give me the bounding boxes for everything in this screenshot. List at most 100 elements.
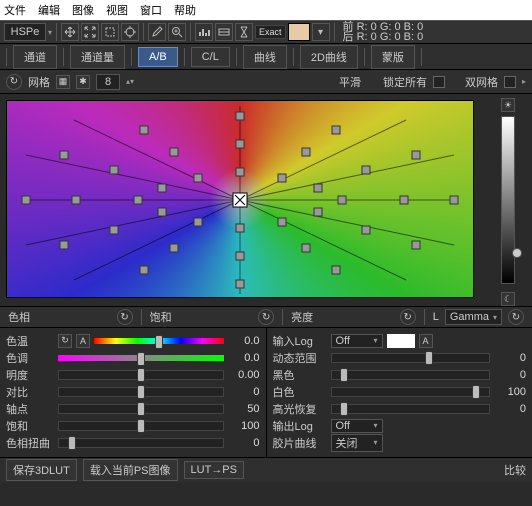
tab-channel-amt[interactable]: 通道量	[70, 45, 125, 69]
slider-thumb[interactable]	[137, 368, 145, 382]
slider-value[interactable]: 0.0	[228, 335, 260, 347]
slider-value[interactable]: 100	[494, 386, 526, 398]
slider-thumb[interactable]	[137, 402, 145, 416]
luminance-knob[interactable]	[512, 248, 522, 258]
luminance-gradient[interactable]	[501, 116, 515, 284]
grid-label: 网格	[28, 74, 50, 90]
scope-tool[interactable]	[215, 23, 233, 41]
slider-value[interactable]: 100	[228, 420, 260, 432]
save-3dlut-button[interactable]: 保存3DLUT	[6, 459, 77, 481]
ring-count-stepper[interactable]: ▴▾	[126, 77, 134, 86]
menu-image[interactable]: 图像	[72, 2, 94, 18]
color-mode-label[interactable]: HSPe	[4, 23, 46, 41]
target-tool[interactable]	[121, 23, 139, 41]
menu-window[interactable]: 窗口	[140, 2, 162, 18]
slider-thumb[interactable]	[472, 385, 480, 399]
slider-track[interactable]	[94, 338, 224, 344]
toolbar: HSPe ▾ Exact ▾ 前 R: 0 G: 0 B: 0 后 R: 0 G…	[0, 20, 532, 44]
smooth-label[interactable]: 平滑	[339, 74, 361, 90]
mode-dropdown-icon[interactable]: ▾	[48, 28, 52, 37]
ring-count-field[interactable]: 8	[96, 74, 120, 90]
slider-thumb[interactable]	[155, 335, 163, 349]
grid-style-radial[interactable]: ✱	[76, 75, 90, 89]
slider-thumb[interactable]	[68, 436, 76, 450]
load-ps-button[interactable]: 载入当前PS图像	[83, 459, 178, 481]
dropdown[interactable]: 关闭▾	[331, 434, 383, 452]
marquee-tool[interactable]	[101, 23, 119, 41]
slider-thumb[interactable]	[340, 402, 348, 416]
right-panel: 输入LogOff▾A动态范围0黑色0白色100高光恢复0输出LogOff▾胶片曲…	[267, 328, 532, 457]
dual-grid-checkbox[interactable]	[504, 76, 516, 88]
slider-value[interactable]: 0.00	[228, 369, 260, 381]
slider-value[interactable]: 0	[494, 352, 526, 364]
slider-thumb[interactable]	[425, 351, 433, 365]
slider-value[interactable]: 0.0	[228, 352, 260, 364]
compare-label[interactable]: 比较	[504, 462, 526, 478]
auto-button[interactable]: A	[76, 334, 90, 348]
slider-label: 动态范围	[273, 350, 327, 366]
color-swatch[interactable]	[288, 23, 310, 41]
move-tool[interactable]	[61, 23, 79, 41]
menu-edit[interactable]: 编辑	[38, 2, 60, 18]
moon-icon[interactable]: ☾	[501, 292, 515, 306]
slider-track[interactable]	[58, 421, 224, 431]
menu-file[interactable]: 文件	[4, 2, 26, 18]
auto-button[interactable]: A	[419, 334, 433, 348]
reset-lum[interactable]: ↻	[400, 309, 416, 325]
slider-value[interactable]: 0	[494, 369, 526, 381]
slider-track[interactable]	[331, 353, 491, 363]
reset-sat[interactable]: ↻	[258, 309, 274, 325]
slider-value[interactable]: 0	[494, 403, 526, 415]
slider-thumb[interactable]	[137, 352, 145, 366]
tab-channel[interactable]: 通道	[13, 45, 57, 69]
eyedropper-tool[interactable]	[148, 23, 166, 41]
tab-ab[interactable]: A/B	[138, 47, 178, 67]
swatch-dropdown[interactable]: ▾	[312, 23, 330, 41]
slider-value[interactable]: 50	[228, 403, 260, 415]
menu-help[interactable]: 帮助	[174, 2, 196, 18]
reset-icon[interactable]: ↻	[58, 334, 72, 348]
expand-tool[interactable]	[81, 23, 99, 41]
dropdown-row: 输出LogOff▾	[273, 417, 527, 434]
exact-toggle[interactable]: Exact	[255, 25, 286, 39]
hue-label: 色相	[8, 309, 30, 325]
hourglass-icon[interactable]	[235, 23, 253, 41]
slider-track[interactable]	[331, 370, 491, 380]
lut-to-ps-button[interactable]: LUT→PS	[184, 461, 244, 479]
dropdown[interactable]: Off▾	[331, 334, 383, 348]
dropdown-label: 输入Log	[273, 333, 327, 349]
gamma-dropdown[interactable]: Gamma▾	[445, 309, 502, 325]
slider-thumb[interactable]	[137, 385, 145, 399]
slider-thumb[interactable]	[340, 368, 348, 382]
zoom-tool[interactable]	[168, 23, 186, 41]
slider-track[interactable]	[331, 404, 491, 414]
slider-track[interactable]	[58, 438, 224, 448]
tab-cl[interactable]: C/L	[191, 47, 230, 67]
grid-overlay[interactable]	[6, 100, 474, 306]
sun-icon[interactable]: ☀	[501, 98, 515, 112]
menu-view[interactable]: 视图	[106, 2, 128, 18]
slider-thumb[interactable]	[137, 419, 145, 433]
tab-curve[interactable]: 曲线	[243, 45, 287, 69]
lock-all-checkbox[interactable]	[433, 76, 445, 88]
histogram-tool[interactable]	[195, 23, 213, 41]
reset-hue[interactable]: ↻	[117, 309, 133, 325]
grid-style-rect[interactable]: ▦	[56, 75, 70, 89]
slider-track[interactable]	[331, 387, 491, 397]
color-grid[interactable]	[6, 94, 486, 306]
slider-track[interactable]	[58, 370, 224, 380]
slider-track[interactable]	[58, 404, 224, 414]
grid-menu-icon[interactable]: ▸	[522, 77, 526, 86]
slider-row-3: 对比0	[6, 383, 260, 400]
tab-2dcurve[interactable]: 2D曲线	[300, 45, 358, 69]
slider-value[interactable]: 0	[228, 437, 260, 449]
reset-gamma[interactable]: ↻	[508, 309, 524, 325]
reset-grid-button[interactable]: ↻	[6, 74, 22, 90]
dropdown[interactable]: Off▾	[331, 419, 383, 433]
slider-track[interactable]	[58, 387, 224, 397]
white-swatch[interactable]	[387, 334, 415, 348]
slider-value[interactable]: 0	[228, 386, 260, 398]
tab-mask[interactable]: 蒙版	[371, 45, 415, 69]
slider-track[interactable]	[58, 355, 224, 361]
slider-label: 色相扭曲	[6, 435, 54, 451]
